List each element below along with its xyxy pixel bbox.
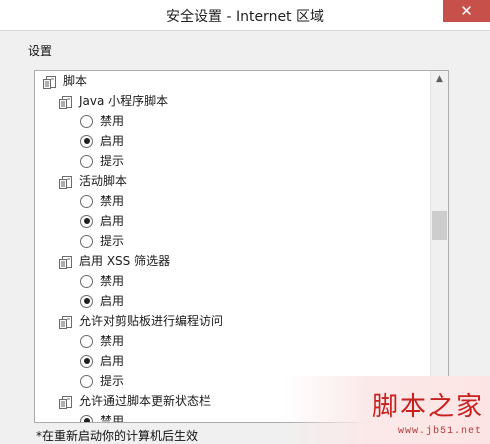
settings-category: 脚本: [43, 71, 87, 91]
radio-label: 禁用: [100, 114, 125, 128]
radio-label: 启用: [100, 354, 125, 368]
settings-label: 脚本: [63, 74, 88, 88]
radio-checked-icon[interactable]: [80, 294, 93, 308]
radio-option[interactable]: 提示: [80, 231, 124, 251]
settings-doc-icon: [59, 315, 73, 329]
restart-footnote: *在重新启动你的计算机后生效: [36, 429, 199, 443]
radio-label: 禁用: [100, 194, 125, 208]
settings-item: 允许通过脚本更新状态栏: [59, 391, 211, 411]
settings-item: Java 小程序脚本: [59, 91, 168, 111]
vertical-scrollbar[interactable]: ▲ ▼: [430, 71, 448, 422]
settings-doc-icon: [59, 395, 73, 409]
close-icon: ✕: [460, 3, 473, 20]
radio-option[interactable]: 禁用: [80, 191, 124, 211]
radio-label: 提示: [100, 154, 125, 168]
radio-checked-icon[interactable]: [80, 134, 93, 148]
settings-doc-icon: [59, 255, 73, 269]
radio-checked-icon[interactable]: [80, 354, 93, 368]
radio-unchecked-icon[interactable]: [80, 334, 93, 348]
radio-label: 启用: [100, 294, 125, 308]
scroll-up-icon[interactable]: ▲: [431, 71, 448, 88]
settings-tree: 脚本 Java 小程序脚本 禁用 启用 提示 活动脚本 禁用 启用 提示 启用 XSS 筛选器 禁用…: [35, 71, 431, 422]
radio-label: 提示: [100, 374, 125, 388]
radio-unchecked-icon[interactable]: [80, 154, 93, 168]
radio-label: 禁用: [100, 274, 125, 288]
radio-option[interactable]: 禁用: [80, 271, 124, 291]
radio-option[interactable]: 禁用: [80, 111, 124, 131]
settings-label: 启用 XSS 筛选器: [79, 254, 171, 268]
radio-label: 禁用: [100, 414, 125, 422]
settings-item: 活动脚本: [59, 171, 127, 191]
watermark-title: 脚本之家: [371, 392, 484, 422]
settings-label: 允许通过脚本更新状态栏: [79, 394, 212, 408]
radio-option[interactable]: 启用: [80, 131, 124, 151]
radio-unchecked-icon[interactable]: [80, 234, 93, 248]
radio-option[interactable]: 提示: [80, 151, 124, 171]
radio-unchecked-icon[interactable]: [80, 374, 93, 388]
settings-doc-icon: [59, 175, 73, 189]
radio-unchecked-icon[interactable]: [80, 194, 93, 208]
watermark-url: www.jb51.net: [397, 426, 482, 437]
settings-label: 允许对剪贴板进行编程访问: [79, 314, 224, 328]
settings-item: 允许对剪贴板进行编程访问: [59, 311, 223, 331]
settings-doc-icon: [43, 75, 57, 89]
close-button[interactable]: ✕: [443, 0, 490, 22]
radio-checked-icon[interactable]: [80, 214, 93, 228]
title-bar: 安全设置 - Internet 区域 ✕: [0, 0, 490, 31]
radio-option[interactable]: 启用: [80, 211, 124, 231]
settings-doc-icon: [59, 95, 73, 109]
window-title: 安全设置 - Internet 区域: [166, 9, 324, 25]
radio-option[interactable]: 启用: [80, 351, 124, 371]
radio-option[interactable]: 禁用: [80, 331, 124, 351]
settings-item: 启用 XSS 筛选器: [59, 251, 170, 271]
radio-unchecked-icon[interactable]: [80, 114, 93, 128]
radio-option[interactable]: 提示: [80, 371, 124, 391]
radio-unchecked-icon[interactable]: [80, 274, 93, 288]
radio-label: 启用: [100, 214, 125, 228]
watermark: 脚本之家 www.jb51.net: [284, 376, 490, 444]
settings-label: 活动脚本: [79, 174, 128, 188]
settings-list[interactable]: 脚本 Java 小程序脚本 禁用 启用 提示 活动脚本 禁用 启用 提示 启用 XSS 筛选器 禁用…: [34, 70, 449, 423]
radio-label: 启用: [100, 134, 125, 148]
radio-option[interactable]: 禁用: [80, 411, 124, 422]
settings-label: Java 小程序脚本: [79, 94, 169, 108]
settings-group-label: 设置: [28, 44, 53, 58]
radio-label: 禁用: [100, 334, 125, 348]
radio-option[interactable]: 启用: [80, 291, 124, 311]
scroll-thumb[interactable]: [432, 211, 447, 240]
radio-label: 提示: [100, 234, 125, 248]
radio-checked-icon[interactable]: [80, 414, 93, 422]
